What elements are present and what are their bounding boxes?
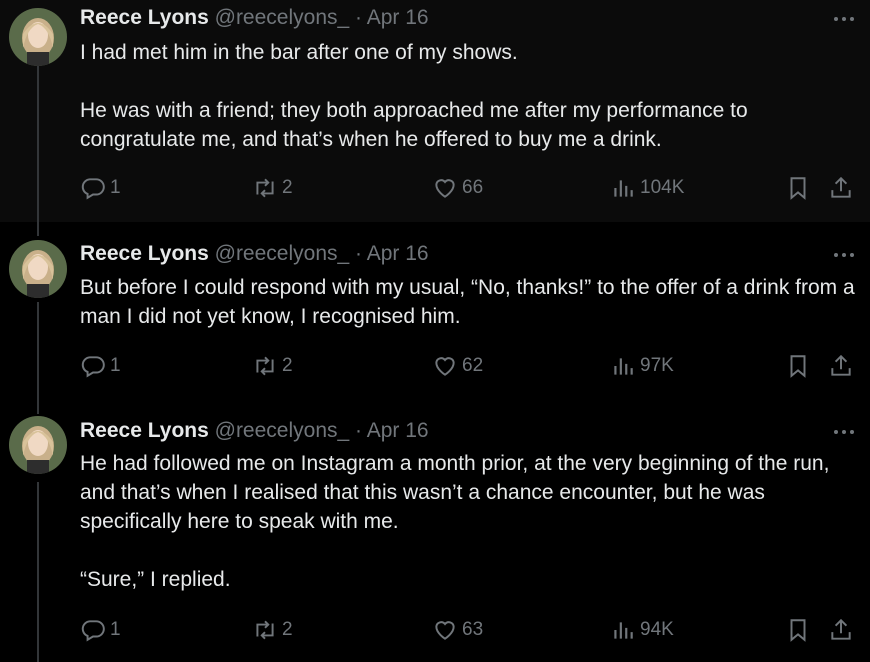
reply-count: 1 xyxy=(110,619,121,640)
tweet-header: Reece Lyons @reecelyons_ · Apr 16 xyxy=(80,5,429,31)
like-count: 62 xyxy=(462,355,484,376)
bookmark-icon xyxy=(790,355,806,378)
share-button[interactable] xyxy=(828,351,858,381)
thread-line xyxy=(37,400,39,414)
heart-icon xyxy=(435,357,455,376)
tweet-text: He had followed me on Instagram a month … xyxy=(80,449,855,594)
heart-icon xyxy=(435,621,455,640)
bookmark-button[interactable] xyxy=(785,351,815,381)
repost-count: 2 xyxy=(282,177,293,198)
share-button[interactable] xyxy=(828,615,858,645)
views-button[interactable]: 94K xyxy=(610,615,674,645)
author-name[interactable]: Reece Lyons xyxy=(80,6,209,29)
heart-icon xyxy=(435,179,455,198)
separator: · xyxy=(355,6,363,29)
bookmark-button[interactable] xyxy=(785,615,815,645)
tweet-1[interactable]: Reece Lyons @reecelyons_ · Apr 16 I had … xyxy=(0,0,870,222)
repost-button[interactable]: 2 xyxy=(252,351,293,381)
reply-button[interactable]: 1 xyxy=(80,615,121,645)
views-button[interactable]: 97K xyxy=(610,351,674,381)
repost-count: 2 xyxy=(282,355,293,376)
like-count: 63 xyxy=(462,619,484,640)
views-button[interactable]: 104K xyxy=(610,173,684,203)
tweet-text: But before I could respond with my usual… xyxy=(80,273,855,331)
tweet-paragraph: He was with a friend; they both approach… xyxy=(80,99,748,151)
thread-line xyxy=(37,302,39,400)
action-bar: 1 2 62 97K xyxy=(80,351,860,381)
tweet-header: Reece Lyons @reecelyons_ · Apr 16 xyxy=(80,418,429,444)
repost-button[interactable]: 2 xyxy=(252,615,293,645)
views-bar-chart-icon xyxy=(614,358,633,375)
tweet-date[interactable]: Apr 16 xyxy=(367,419,429,442)
like-button[interactable]: 66 xyxy=(432,173,483,203)
views-bar-chart-icon xyxy=(614,622,633,639)
thread-line xyxy=(37,222,39,236)
tweet-2[interactable]: Reece Lyons @reecelyons_ · Apr 16 But be… xyxy=(0,222,870,400)
action-bar: 1 2 63 94K xyxy=(80,615,860,645)
repost-button[interactable]: 2 xyxy=(252,173,293,203)
like-count: 66 xyxy=(462,177,484,198)
share-upload-icon xyxy=(831,354,851,376)
reply-bubble-icon xyxy=(81,620,105,642)
repost-count: 2 xyxy=(282,619,293,640)
bookmark-icon xyxy=(790,619,806,642)
repost-arrows-icon xyxy=(256,620,274,640)
reply-count: 1 xyxy=(110,355,121,376)
more-horizontal-icon[interactable] xyxy=(832,12,856,24)
more-horizontal-icon[interactable] xyxy=(832,248,856,260)
repost-arrows-icon xyxy=(256,356,274,376)
author-handle[interactable]: @reecelyons_ xyxy=(215,6,350,29)
share-upload-icon xyxy=(831,618,851,640)
tweet-paragraph: “Sure,” I replied. xyxy=(80,568,231,591)
author-handle[interactable]: @reecelyons_ xyxy=(215,419,350,442)
share-upload-icon xyxy=(831,176,851,198)
reply-bubble-icon xyxy=(81,356,105,378)
avatar[interactable] xyxy=(9,416,67,474)
view-count: 94K xyxy=(640,619,674,640)
repost-arrows-icon xyxy=(256,178,274,198)
bookmark-button[interactable] xyxy=(785,173,815,203)
tweet-date[interactable]: Apr 16 xyxy=(367,242,429,265)
reply-button[interactable]: 1 xyxy=(80,173,121,203)
separator: · xyxy=(355,419,363,442)
like-button[interactable]: 62 xyxy=(432,351,483,381)
view-count: 104K xyxy=(640,177,685,198)
thread-line xyxy=(37,66,39,222)
avatar[interactable] xyxy=(9,240,67,298)
reply-count: 1 xyxy=(110,177,121,198)
bookmark-icon xyxy=(790,177,806,200)
like-button[interactable]: 63 xyxy=(432,615,483,645)
action-bar: 1 2 66 104K xyxy=(80,173,860,203)
tweet-date[interactable]: Apr 16 xyxy=(367,6,429,29)
views-bar-chart-icon xyxy=(614,180,633,197)
reply-button[interactable]: 1 xyxy=(80,351,121,381)
thread-line xyxy=(37,482,39,662)
author-name[interactable]: Reece Lyons xyxy=(80,242,209,265)
tweet-header: Reece Lyons @reecelyons_ · Apr 16 xyxy=(80,241,429,267)
avatar[interactable] xyxy=(9,8,67,66)
share-button[interactable] xyxy=(828,173,858,203)
view-count: 97K xyxy=(640,355,674,376)
tweet-3[interactable]: Reece Lyons @reecelyons_ · Apr 16 He had… xyxy=(0,400,870,662)
author-name[interactable]: Reece Lyons xyxy=(80,419,209,442)
separator: · xyxy=(355,242,363,265)
author-handle[interactable]: @reecelyons_ xyxy=(215,242,350,265)
tweet-paragraph: He had followed me on Instagram a month … xyxy=(80,452,830,533)
tweet-paragraph: But before I could respond with my usual… xyxy=(80,276,855,328)
tweet-text: I had met him in the bar after one of my… xyxy=(80,38,855,154)
tweet-paragraph: I had met him in the bar after one of my… xyxy=(80,41,518,64)
more-horizontal-icon[interactable] xyxy=(832,425,856,437)
reply-bubble-icon xyxy=(81,178,105,200)
